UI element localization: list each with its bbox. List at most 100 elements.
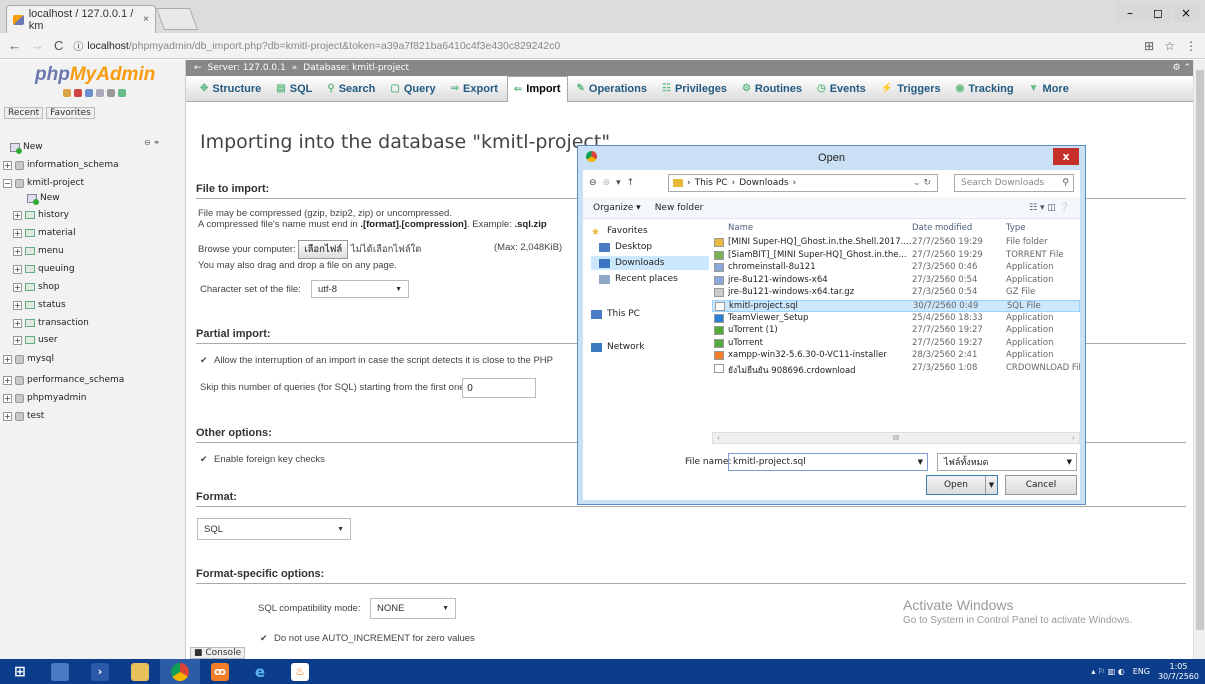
tab-import[interactable]: ⇐ Import (506, 75, 568, 102)
file-list-item[interactable]: kmitl-project.sql 30/7/2560 0:49 SQL File (712, 300, 1080, 312)
sql-docs-icon[interactable] (96, 89, 104, 97)
breadcrumb-database[interactable]: Database: kmitl-project (303, 63, 409, 73)
tree-item-mysql[interactable]: + mysql (3, 352, 54, 366)
page-scrollbar[interactable] (1193, 60, 1205, 659)
tree-item-status[interactable]: + status (13, 298, 66, 312)
dialog-address-bar[interactable]: › This PC › Downloads › ⌄ ↻ (668, 174, 938, 192)
console-toggle[interactable]: ■ Console (190, 647, 246, 659)
tab-events[interactable]: ◷ Events (811, 76, 872, 102)
breadcrumb-server[interactable]: Server: 127.0.0.1 (208, 63, 286, 73)
tree-item-user[interactable]: + user (13, 333, 58, 347)
recent-locations-icon[interactable]: ▾ (616, 178, 621, 188)
file-list-item[interactable]: [SiamBIT]_[MINI Super-HQ]_Ghost.in.the..… (712, 250, 1080, 262)
expand-icon[interactable]: + (3, 411, 12, 421)
tray-icons[interactable]: ▴ ⚐ ▥ ◐ (1091, 667, 1124, 676)
place-recent[interactable]: Recent places (591, 272, 709, 286)
tree-item-kmitl-project[interactable]: − kmitl-project (3, 176, 84, 190)
taskbar-app-powershell[interactable]: › (80, 659, 120, 684)
expand-icon[interactable]: + (13, 264, 22, 274)
tab-routines[interactable]: ⚙ Routines (736, 76, 808, 102)
language-indicator[interactable]: ENG (1133, 667, 1150, 676)
expand-icon[interactable]: + (13, 335, 22, 345)
taskbar-app-explorer[interactable] (120, 659, 160, 684)
tab-more[interactable]: ▼ More (1023, 76, 1075, 102)
back-arrow-icon[interactable]: ← (8, 38, 21, 53)
column-name[interactable]: Name (728, 223, 753, 233)
new-folder-button[interactable]: New folder (655, 203, 704, 213)
tree-item-history[interactable]: + history (13, 208, 69, 222)
file-list-item[interactable]: ยังไม่ยืนยัน 908696.crdownload 27/3/2560 … (712, 363, 1080, 376)
file-list-item[interactable]: uTorrent 27/7/2560 19:27 Application (712, 338, 1080, 350)
tab-search[interactable]: ⚲ Search (321, 76, 381, 102)
file-list-item[interactable]: chromeinstall-8u121 27/3/2560 0:46 Applica… (712, 262, 1080, 274)
choose-file-button[interactable]: เลือกไฟล์ (298, 240, 349, 259)
bookmark-star-icon[interactable]: ☆ (1164, 39, 1175, 53)
file-list-item[interactable]: TeamViewer_Setup 25/4/2560 18:33 Applicati… (712, 313, 1080, 325)
expand-icon[interactable]: + (3, 160, 12, 170)
scrollbar-thumb[interactable] (1196, 70, 1204, 630)
dialog-close-button[interactable]: x (1053, 148, 1079, 165)
back-icon[interactable]: ← (194, 63, 202, 73)
taskbar-app-server-manager[interactable] (40, 659, 80, 684)
organize-button[interactable]: Organize ▾ (593, 203, 641, 213)
reload-nav-icon[interactable] (118, 89, 126, 97)
open-button[interactable]: Open ▼ (926, 475, 998, 495)
expand-icon[interactable]: + (13, 228, 22, 238)
tab-structure[interactable]: ✥ Structure (194, 76, 267, 102)
taskbar-app-chrome[interactable] (160, 659, 200, 684)
new-tab-button[interactable] (155, 8, 199, 30)
tab-privileges[interactable]: ☷ Privileges (656, 76, 733, 102)
up-arrow-icon[interactable]: ↑ (627, 178, 635, 188)
place-this-pc[interactable]: This PC (591, 307, 709, 321)
tree-item-transaction[interactable]: + transaction (13, 316, 89, 330)
forward-arrow-icon[interactable]: ⊕ (603, 178, 611, 188)
tab-query[interactable]: ▢ Query (384, 76, 441, 102)
dialog-search-input[interactable]: Search Downloads ⚲ (954, 174, 1074, 192)
tree-item-shop[interactable]: + shop (13, 280, 60, 294)
tree-item-test[interactable]: + test (3, 409, 44, 423)
home-icon[interactable] (63, 89, 71, 97)
crumb-this-pc[interactable]: This PC (695, 178, 728, 188)
window-close-button[interactable]: × (1173, 4, 1199, 22)
allow-interrupt-row[interactable]: ✔ Allow the interruption of an import in … (200, 355, 553, 366)
format-select[interactable]: SQL ▼ (197, 518, 351, 540)
column-type[interactable]: Type (1006, 223, 1026, 233)
browser-menu-icon[interactable]: ⋮ (1185, 39, 1197, 53)
tab-operations[interactable]: ✎ Operations (571, 76, 653, 102)
expand-icon[interactable]: + (13, 300, 22, 310)
tree-item-new[interactable]: New (10, 140, 43, 154)
tab-sql[interactable]: ▤ SQL (270, 76, 318, 102)
file-list-item[interactable]: xampp-win32-5.6.30-0-VC11-installer 28/3/… (712, 350, 1080, 362)
window-minimize-button[interactable]: – (1117, 4, 1143, 22)
expand-icon[interactable]: + (13, 210, 22, 220)
collapse-icon[interactable]: − (3, 178, 12, 188)
foreign-key-row[interactable]: ✔ Enable foreign key checks (200, 454, 325, 465)
tab-triggers[interactable]: ⚡ Triggers (875, 76, 947, 102)
docs-icon[interactable] (85, 89, 93, 97)
place-desktop[interactable]: Desktop (591, 240, 709, 254)
window-maximize-button[interactable]: ◻ (1145, 4, 1171, 22)
taskbar-app-java[interactable]: ♨ (280, 659, 320, 684)
start-button[interactable]: ⊞ (0, 659, 40, 684)
tree-item-menu[interactable]: + menu (13, 244, 64, 258)
crumb-downloads[interactable]: Downloads (739, 178, 788, 188)
tree-item-queuing[interactable]: + queuing (13, 262, 75, 276)
clock[interactable]: 1:05 30/7/2560 (1158, 662, 1199, 682)
taskbar-app-ie[interactable]: e (240, 659, 280, 684)
recent-tab[interactable]: Recent (4, 107, 44, 119)
translate-icon[interactable]: ⊞ (1144, 39, 1154, 53)
auto-increment-row[interactable]: ✔ Do not use AUTO_INCREMENT for zero valu… (260, 633, 475, 644)
tab-export[interactable]: ⇒ Export (445, 76, 504, 102)
tree-item-material[interactable]: + material (13, 226, 76, 240)
view-options-icon[interactable]: ☷ ▾ ◫ ❔ (1029, 203, 1070, 213)
logout-icon[interactable] (74, 89, 82, 97)
file-list-hscrollbar[interactable]: ‹ III › (712, 432, 1080, 444)
file-list-item[interactable]: jre-8u121-windows-x64 27/3/2560 0:54 Appli… (712, 275, 1080, 287)
file-list-item[interactable]: jre-8u121-windows-x64.tar.gz 27/3/2560 0:… (712, 287, 1080, 299)
tab-close-icon[interactable]: × (143, 14, 149, 25)
compat-select[interactable]: NONE ▼ (370, 598, 456, 619)
cancel-button[interactable]: Cancel (1005, 475, 1077, 495)
file-name-input[interactable]: kmitl-project.sql ▼ (728, 453, 928, 471)
file-list-item[interactable]: uTorrent (1) 27/7/2560 19:27 Application (712, 325, 1080, 337)
tree-item-phpmyadmin[interactable]: + phpmyadmin (3, 391, 86, 405)
